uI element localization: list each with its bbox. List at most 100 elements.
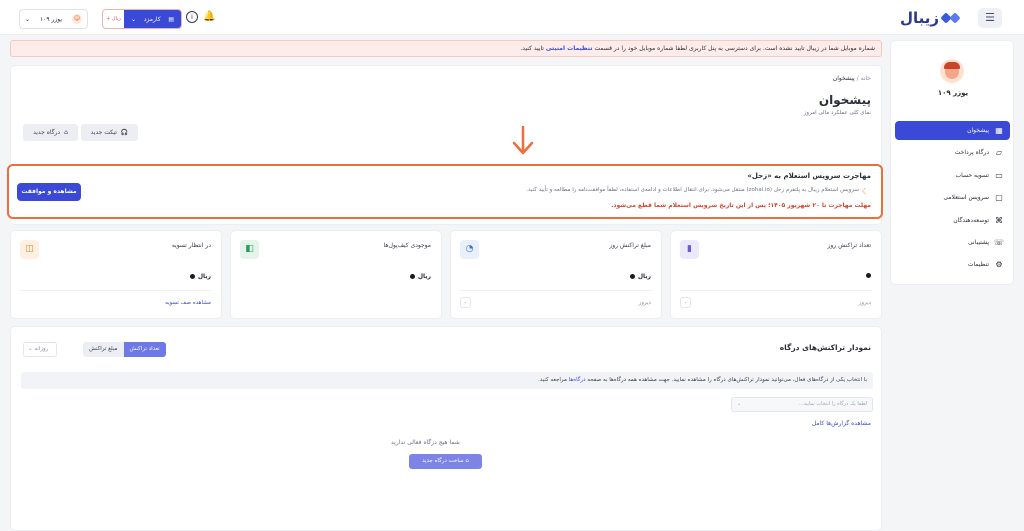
stat-compare-badge: - — [680, 297, 691, 308]
stat-title: تعداد تراکنش روز — [827, 242, 871, 249]
migration-description: سرویس استعلام زیبال به پلتفرم زحل (zohal… — [526, 187, 859, 193]
stat-footer: دیروز — [638, 300, 651, 306]
sidebar-item-settings[interactable]: ⚙ تنظیمات — [895, 255, 1010, 274]
stat-unit: ریال — [417, 273, 431, 280]
chevron-down-icon: ⌄ — [25, 15, 31, 23]
wallet-icon: ▭ — [995, 170, 1003, 180]
sidebar-item-label: تسویه حساب — [955, 171, 989, 179]
security-settings-link[interactable]: تنظیمات امنیتی — [546, 45, 593, 52]
stat-value: ریال — [629, 273, 651, 280]
alert-suffix: تایید کنید. — [520, 45, 544, 52]
new-ticket-button[interactable]: 🎧 تیکت جدید — [81, 124, 138, 141]
logo-text: زیبال — [899, 9, 939, 27]
sidebar-item-payment-gateway[interactable]: ▱ درگاه پرداخت — [895, 143, 1010, 162]
user-avatar-icon: ☺ — [72, 14, 82, 24]
gateway-filter-select[interactable]: لطفا یک درگاه را انتخاب نمایید... ⌄ — [731, 397, 873, 412]
breadcrumb-home[interactable]: خانه — [861, 75, 871, 82]
zohal-icon: ☾ — [862, 187, 870, 196]
period-select[interactable]: ⌄ روزانه — [23, 342, 57, 357]
chevron-down-icon: ⌄ — [130, 15, 136, 23]
sidebar-item-inquiry[interactable]: ▢ سرویس استعلامی — [895, 188, 1010, 207]
alert-text: شماره موبایل شما در زیبال تایید نشده است… — [594, 45, 875, 52]
sidebar-item-label: پیشخوان — [967, 127, 989, 134]
stat-title: مبلغ تراکنش روز — [609, 242, 651, 249]
new-gateway-label: درگاه جدید — [33, 129, 61, 136]
page-title: پیشخوان — [818, 93, 871, 107]
gateways-link[interactable]: درگاه‌ها — [569, 377, 586, 383]
headset-icon: 🎧 — [120, 129, 129, 136]
sidebar-item-label: تنظیمات — [967, 261, 989, 269]
loading-dot — [189, 274, 195, 279]
sidebar-item-support[interactable]: ☏ پشتیبانی — [895, 233, 1010, 252]
new-ticket-label: تیکت جدید — [90, 129, 117, 136]
create-gateway-label: ساخت درگاه جدید — [422, 458, 464, 464]
stat-card-wallet-balance: موجودی کیف‌پول‌ها ◧ ریال — [230, 230, 442, 319]
gateway-fee-value: + ریال — [106, 16, 121, 22]
wallet-icon: ◧ — [240, 240, 259, 259]
gear-icon: ⚙ — [995, 260, 1003, 270]
top-bar: ☰ زیبال 🔔 i + ریال ▤ کارمزد ⌄ ☺ یوزر ۱۰۹… — [0, 0, 1024, 35]
period-label: روزانه — [34, 346, 49, 352]
divider — [680, 290, 872, 291]
full-report-link[interactable]: مشاهده گزارش‌ها کامل — [812, 420, 871, 427]
sidebar-item-label: پشتیبانی — [968, 238, 989, 246]
chart-info-text: با انتخاب یکی از درگاه‌های فعال، می‌توان… — [587, 377, 867, 383]
migration-notice: مهاجرت سرویس استعلام به «زحل» ☾ سرویس اس… — [7, 164, 883, 219]
sidebar-nav: ▦ پیشخوان ▱ درگاه پرداخت ▭ تسویه حساب ▢ … — [895, 121, 1010, 278]
gateway-transactions-chart-card: نمودار تراکنش‌های درگاه ⌄ روزانه مبلغ تر… — [10, 326, 882, 531]
breadcrumb-separator: / — [856, 75, 859, 82]
card-icon: ▤ — [168, 15, 175, 23]
inquiry-icon: ▢ — [995, 193, 1003, 203]
create-gateway-button[interactable]: ⌂ ساخت درگاه جدید — [409, 454, 482, 469]
migration-deadline-warning: مهلت مهاجرت تا ۲۰ شهریور ۱۴۰۵؛ پس از این… — [611, 202, 871, 209]
user-select[interactable]: ☺ یوزر ۱۰۹ ⌄ — [19, 9, 88, 29]
stat-value: ریال — [189, 273, 211, 280]
stat-card-pending-settlement: در انتظار تسویه ◫ ریال مشاهده صف تسویه — [10, 230, 222, 319]
chart-icon: ▮ — [680, 240, 699, 259]
bank-icon: ⌂ — [465, 458, 469, 464]
stat-title: موجودی کیف‌پول‌ها — [383, 242, 431, 249]
logo[interactable]: زیبال — [900, 7, 964, 29]
stat-value — [866, 273, 871, 278]
sidebar-item-label: توسعه‌دهندگان — [953, 216, 989, 224]
breadcrumb-current: پیشخوان — [832, 75, 855, 82]
bell-icon[interactable]: 🔔 — [203, 11, 215, 23]
stat-card-daily-transaction-amount: مبلغ تراکنش روز ◔ ریال دیروز - — [450, 230, 662, 319]
code-icon: ⌘ — [995, 215, 1003, 225]
support-icon: ☏ — [993, 237, 1004, 247]
tab-transaction-count[interactable]: تعداد تراکنش — [123, 342, 166, 357]
profile-name: یوزر ۱۰۹ — [937, 89, 969, 97]
migration-title: مهاجرت سرویس استعلام به «زحل» — [747, 172, 871, 180]
dashboard-icon: ▦ — [995, 126, 1003, 135]
page-subtitle: نمای کلی عملکرد مالی امروز — [803, 110, 871, 116]
chevron-down-icon: ⌄ — [737, 401, 742, 407]
info-icon[interactable]: i — [186, 11, 198, 23]
gauge-icon: ◔ — [460, 240, 479, 259]
tab-transaction-amount[interactable]: مبلغ تراکنش — [83, 342, 124, 357]
chart-info-suffix: مراجعه کنید. — [538, 377, 567, 383]
stat-card-daily-transaction-count: تعداد تراکنش روز ▮ دیروز - — [670, 230, 882, 319]
chart-tabs: مبلغ تراکنش تعداد تراکنش — [83, 342, 166, 357]
view-and-accept-button[interactable]: مشاهده و موافقت — [17, 183, 81, 201]
stat-unit: ریال — [637, 273, 651, 280]
bank-icon: ⌂ — [64, 129, 68, 136]
gateway-select-label: کارمزد — [143, 15, 161, 23]
empty-state-text: شما هیچ درگاه فعالی ندارید — [391, 439, 460, 446]
gateway-select[interactable]: + ریال ▤ کارمزد ⌄ — [102, 9, 182, 29]
divider — [20, 290, 212, 291]
gateway-select-main[interactable]: ▤ کارمزد ⌄ — [124, 10, 181, 28]
divider — [460, 290, 652, 291]
menu-toggle-icon[interactable]: ☰ — [978, 8, 1002, 28]
sidebar-item-settlement[interactable]: ▭ تسویه حساب — [895, 166, 1010, 185]
logo-mark-icon — [940, 11, 964, 25]
gateway-filter-placeholder: لطفا یک درگاه را انتخاب نمایید... — [798, 401, 867, 407]
card-icon: ▱ — [995, 148, 1003, 158]
breadcrumb: خانه / پیشخوان — [833, 75, 871, 82]
stat-title: در انتظار تسویه — [171, 242, 211, 249]
sidebar-item-developers[interactable]: ⌘ توسعه‌دهندگان — [895, 211, 1010, 230]
phone-verification-alert: شماره موبایل شما در زیبال تایید نشده است… — [10, 40, 882, 57]
sidebar: یوزر ۱۰۹ ▦ پیشخوان ▱ درگاه پرداخت ▭ تسوی… — [890, 40, 1014, 285]
view-settlement-queue-link[interactable]: مشاهده صف تسویه — [165, 300, 211, 306]
new-gateway-button[interactable]: ⌂ درگاه جدید — [23, 124, 78, 141]
sidebar-item-dashboard[interactable]: ▦ پیشخوان — [895, 121, 1010, 140]
